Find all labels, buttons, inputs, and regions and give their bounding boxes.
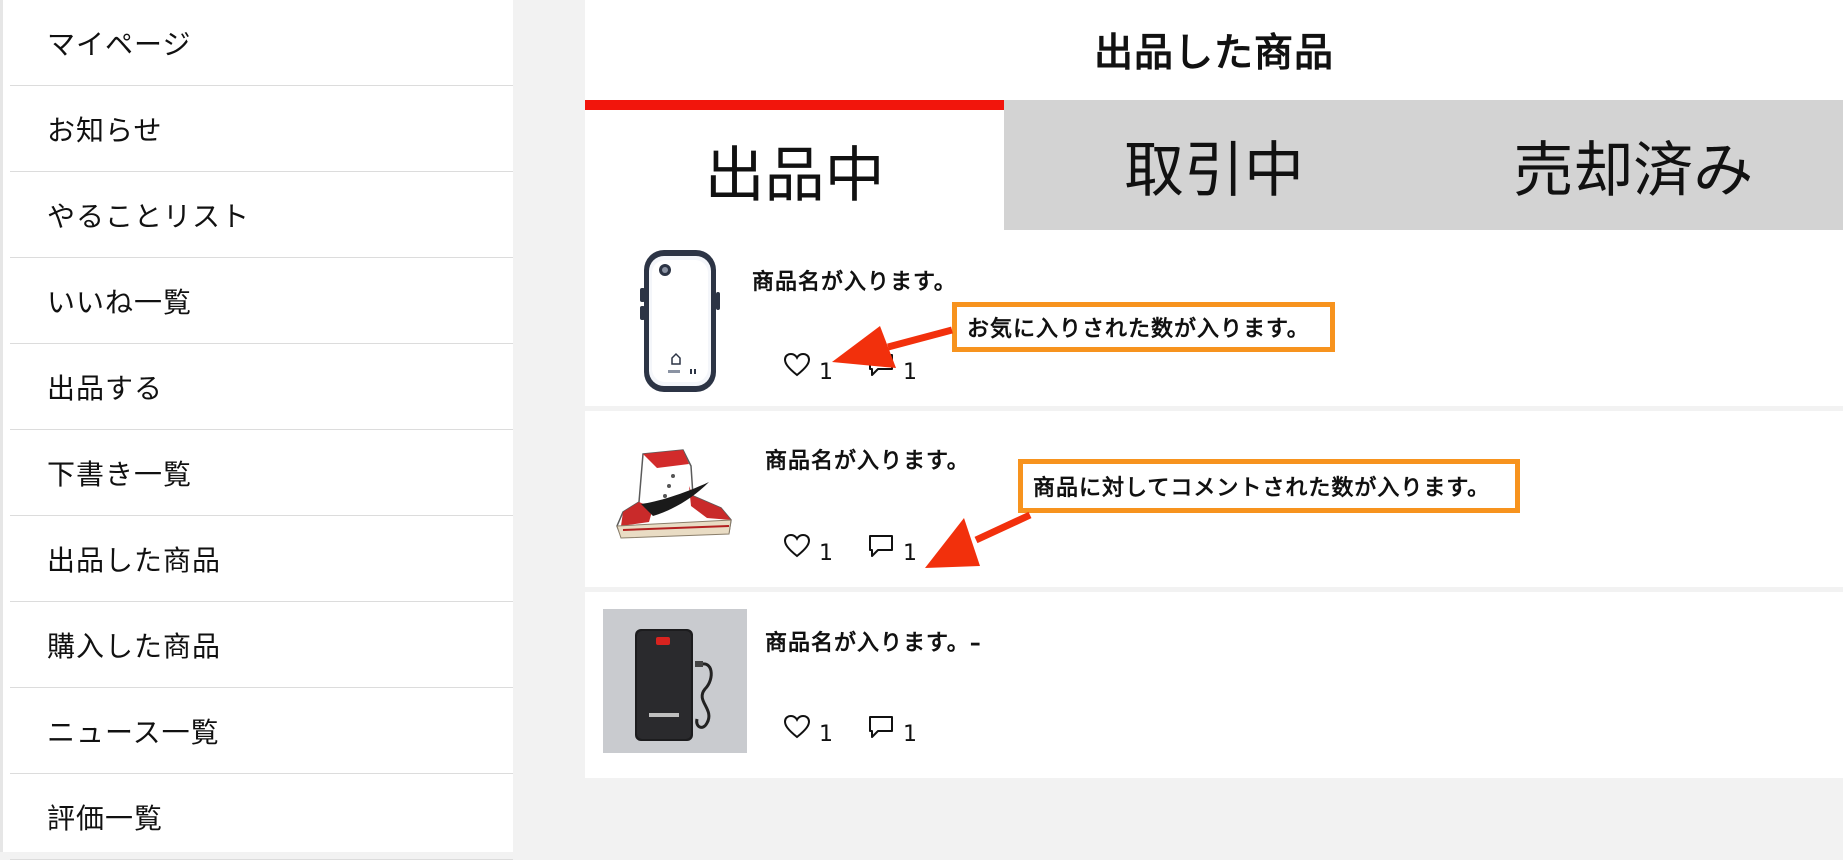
status-tabs: 出品中 取引中 売却済み — [585, 100, 1843, 230]
sidebar-list: マイページ お知らせ やることリスト いいね一覧 出品する 下書き一覧 出品した… — [3, 0, 513, 860]
item-name[interactable]: 商品名が入ります。– — [765, 625, 982, 657]
sidebar-item-news[interactable]: ニュース一覧 — [10, 688, 513, 774]
page-title: 出品した商品 — [1093, 31, 1334, 76]
item-stats: 1 1 — [783, 533, 951, 565]
item-name[interactable]: 商品名が入ります。 — [752, 264, 957, 296]
sidebar-menu: マイページ お知らせ やることリスト いいね一覧 出品する 下書き一覧 出品した… — [0, 0, 513, 860]
comments-count[interactable]: 1 — [867, 533, 917, 565]
sidebar-item-mypage[interactable]: マイページ — [10, 0, 513, 86]
sneaker-image[interactable] — [613, 446, 735, 546]
tab-in-transaction[interactable]: 取引中 — [1004, 100, 1424, 230]
item-stats: 1 1 — [783, 352, 951, 384]
heart-icon — [783, 714, 811, 739]
comments-number: 1 — [903, 541, 917, 566]
sidebar-item-reviews[interactable]: 評価一覧 — [10, 774, 513, 860]
phone-case-image[interactable] — [638, 248, 722, 394]
sidebar-item-purchased-items[interactable]: 購入した商品 — [10, 602, 513, 688]
likes-count[interactable]: 1 — [783, 714, 833, 746]
sidebar-item-likes[interactable]: いいね一覧 — [10, 258, 513, 344]
comments-annotation: 商品に対してコメントされた数が入ります。 — [1018, 459, 1520, 513]
item-stats: 1 1 — [783, 714, 951, 746]
likes-number: 1 — [819, 360, 833, 385]
heart-icon — [783, 533, 811, 558]
listed-items-panel: 出品した商品 出品中 取引中 売却済み 商品名が入ります。 1 1 商品名が入り… — [585, 0, 1843, 778]
tab-sold[interactable]: 売却済み — [1423, 100, 1843, 230]
likes-number: 1 — [819, 541, 833, 566]
sidebar-item-listed-items[interactable]: 出品した商品 — [10, 516, 513, 602]
comments-count[interactable]: 1 — [867, 714, 917, 746]
sidebar-item-todo[interactable]: やることリスト — [10, 172, 513, 258]
likes-annotation: お気に入りされた数が入ります。 — [952, 302, 1335, 352]
comment-icon — [869, 354, 893, 376]
item-name[interactable]: 商品名が入ります。 — [765, 443, 970, 475]
likes-number: 1 — [819, 722, 833, 747]
likes-count[interactable]: 1 — [783, 352, 833, 384]
likes-count[interactable]: 1 — [783, 533, 833, 565]
comment-icon — [869, 716, 893, 738]
sidebar-item-drafts[interactable]: 下書き一覧 — [10, 430, 513, 516]
comments-count[interactable]: 1 — [867, 352, 917, 384]
comments-number: 1 — [903, 722, 917, 747]
power-bank-image[interactable] — [603, 609, 747, 753]
sidebar-item-sell[interactable]: 出品する — [10, 344, 513, 430]
comment-icon — [869, 535, 893, 557]
tab-listing[interactable]: 出品中 — [585, 100, 1005, 230]
heart-icon — [783, 352, 811, 377]
sidebar-item-notices[interactable]: お知らせ — [10, 86, 513, 172]
list-item[interactable]: 商品名が入ります。– 1 1 — [585, 592, 1843, 773]
comments-number: 1 — [903, 360, 917, 385]
